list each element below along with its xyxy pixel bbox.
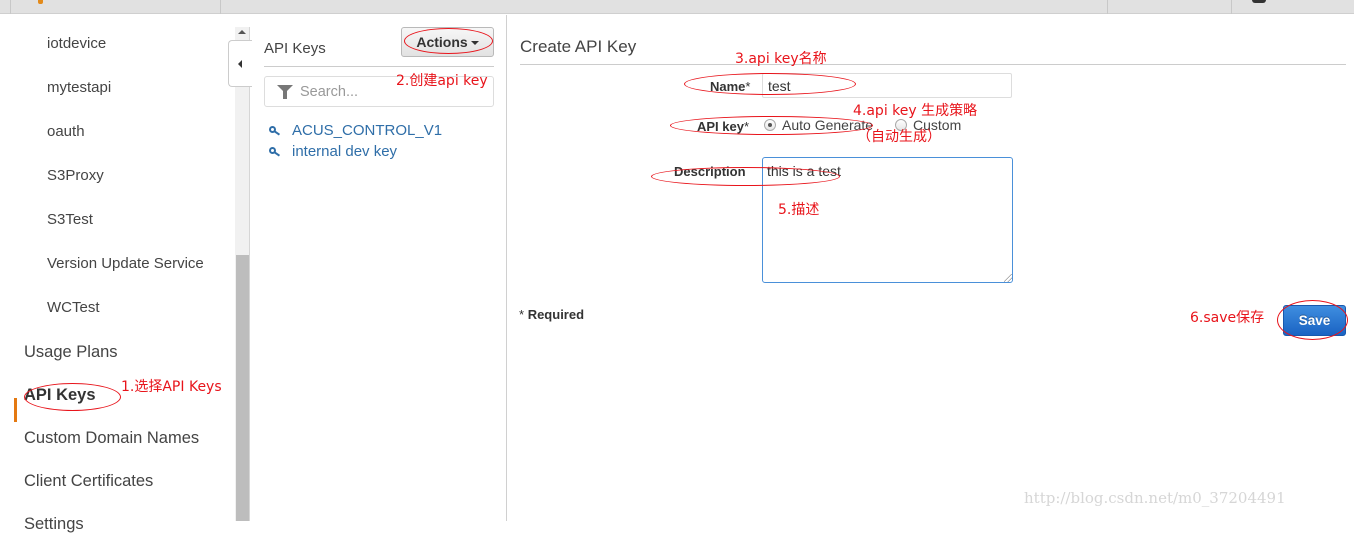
watermark: http://blog.csdn.net/m0_37204491: [1024, 489, 1286, 507]
divider: [1107, 0, 1108, 14]
page-title: Create API Key: [520, 37, 637, 56]
annotation-step3: 3.api key名称: [735, 51, 827, 67]
sidebar-item-api-keys[interactable]: API Keys: [24, 386, 96, 405]
sidebar-api-iotdevice[interactable]: iotdevice: [47, 35, 106, 52]
radio-button-selected[interactable]: [764, 119, 776, 131]
key-icon: [269, 125, 281, 137]
chevron-left-icon: [238, 60, 242, 68]
name-input[interactable]: [762, 73, 1012, 98]
api-key-item[interactable]: ACUS_CONTROL_V1: [269, 120, 442, 141]
api-keys-panel-title: API Keys: [264, 40, 326, 57]
sidebar-scrollbar-thumb[interactable]: [236, 255, 249, 521]
sidebar-item-usage-plans[interactable]: Usage Plans: [24, 343, 118, 362]
sidebar-api-version-update-service[interactable]: Version Update Service: [47, 255, 204, 272]
sidebar-api-wctest[interactable]: WCTest: [47, 299, 100, 316]
annotation-step4: 4.api key 生成策略: [853, 103, 978, 119]
collapse-sidebar-button[interactable]: [228, 40, 252, 87]
api-key-name: internal dev key: [292, 143, 398, 160]
sidebar-item-settings[interactable]: Settings: [24, 515, 84, 534]
api-key-list: ACUS_CONTROL_V1 internal dev key: [269, 120, 442, 162]
sidebar-api-s3test[interactable]: S3Test: [47, 211, 93, 228]
api-key-name: ACUS_CONTROL_V1: [292, 122, 443, 139]
user-account-icon[interactable]: [1252, 0, 1266, 3]
divider: [220, 0, 221, 14]
aws-logo-icon[interactable]: [38, 0, 43, 4]
api-keys-panel: API Keys Actions ACUS_CONTROL_V1 interna…: [252, 15, 507, 521]
annotation-step5: 5.描述: [778, 202, 820, 218]
name-label: Name*: [710, 79, 751, 94]
description-textarea[interactable]: this is a test: [762, 157, 1013, 283]
annotation-step1: 1.选择API Keys: [121, 379, 222, 395]
api-key-item[interactable]: internal dev key: [269, 141, 442, 162]
sidebar-nav: iotdevice mytestapi oauth S3Proxy S3Test…: [0, 15, 235, 533]
required-note: * Required: [519, 307, 585, 322]
key-icon: [269, 146, 281, 158]
caret-down-icon: [470, 41, 479, 46]
annotation-step6: 6.save保存: [1190, 310, 1265, 326]
description-label: Description: [674, 164, 746, 179]
divider: [520, 64, 1346, 65]
sidebar-item-client-certificates[interactable]: Client Certificates: [24, 472, 153, 491]
sidebar-api-mytestapi[interactable]: mytestapi: [47, 79, 111, 96]
annotation-step4-sub: （自动生成）: [857, 129, 941, 145]
actions-label: Actions: [416, 34, 468, 50]
create-api-key-form: Create API Key Name* API key* Auto Gener…: [508, 15, 1354, 521]
active-indicator: [14, 398, 17, 422]
api-key-label: API key*: [697, 119, 750, 134]
filter-icon-stem: [283, 91, 287, 99]
resize-handle-icon[interactable]: [1004, 274, 1012, 282]
save-button[interactable]: Save: [1283, 305, 1346, 336]
annotation-step2: 2.创建api key: [396, 73, 488, 89]
divider: [264, 66, 494, 67]
sidebar-item-custom-domain-names[interactable]: Custom Domain Names: [24, 429, 199, 448]
actions-dropdown-button[interactable]: Actions: [401, 27, 494, 57]
sidebar-api-oauth[interactable]: oauth: [47, 123, 85, 140]
top-navigation-bar: [0, 0, 1354, 14]
scroll-up-arrow-icon[interactable]: [238, 30, 246, 34]
divider: [1231, 0, 1232, 14]
sidebar-api-s3proxy[interactable]: S3Proxy: [47, 167, 104, 184]
divider: [10, 0, 11, 14]
